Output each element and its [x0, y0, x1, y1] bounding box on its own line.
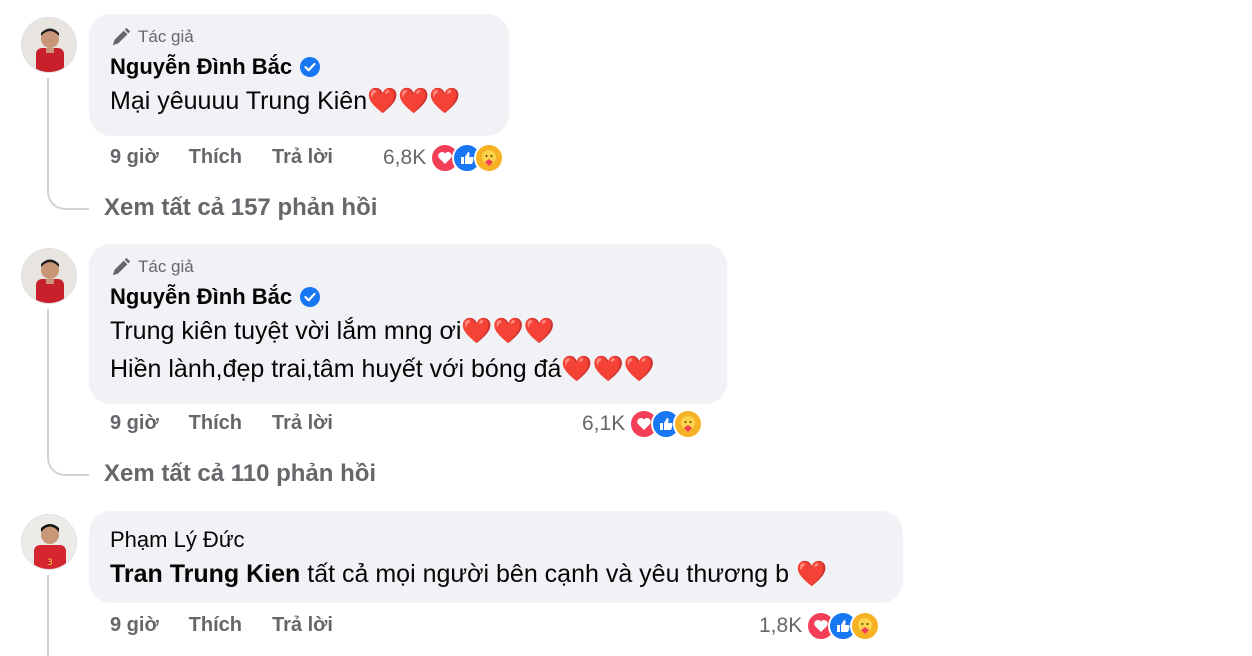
verified-badge-icon — [300, 287, 321, 307]
comment-timestamp[interactable]: 9 giờ — [110, 614, 159, 637]
author-badge-label: Tác giả — [138, 27, 194, 46]
reaction-summary[interactable]: 1,8K — [759, 610, 881, 642]
thread-line — [47, 575, 49, 656]
reaction-count: 6,8K — [383, 146, 427, 169]
comment-text: Tran Trung Kien tất cả mọi người bên cạn… — [110, 555, 882, 593]
comment-text-line-2: Hiền lành,đẹp trai,tâm huyết với bóng đá… — [110, 355, 655, 383]
author-tag: Tác giả — [110, 256, 706, 278]
thread-connector — [47, 188, 89, 210]
comment-actions: 9 giờ Thích Trả lời — [110, 409, 363, 437]
care-reaction-icon — [850, 611, 881, 641]
mention-link[interactable]: Tran Trung Kien — [110, 560, 300, 588]
reaction-summary[interactable]: 6,1K — [582, 408, 704, 440]
view-replies-link[interactable]: Xem tất cả 110 phản hồi — [104, 460, 376, 488]
thread-connector — [47, 454, 89, 476]
like-button[interactable]: Thích — [189, 412, 242, 435]
comment-author[interactable]: Nguyễn Đình Bắc — [110, 284, 292, 310]
comment-actions: 9 giờ Thích Trả lời — [110, 611, 363, 639]
comment-author[interactable]: Nguyễn Đình Bắc — [110, 54, 292, 80]
like-button[interactable]: Thích — [189, 146, 242, 169]
pen-icon — [112, 257, 131, 276]
care-reaction-icon — [673, 409, 704, 439]
comment-bubble: Tác giả Nguyễn Đình Bắc Trung kiên tuyệt… — [89, 244, 727, 404]
like-button[interactable]: Thích — [189, 614, 242, 637]
svg-text:3: 3 — [47, 558, 53, 568]
reply-button[interactable]: Trả lời — [272, 614, 333, 637]
reaction-count: 1,8K — [759, 614, 803, 637]
comment-author[interactable]: Phạm Lý Đức — [110, 527, 245, 553]
reply-button[interactable]: Trả lời — [272, 146, 333, 169]
comment-text: Mại yêuuuu Trung Kiên❤️❤️❤️ — [110, 87, 461, 115]
comment-text-body: tất cả mọi người bên cạnh và yêu thương … — [307, 560, 828, 588]
comment-bubble: Phạm Lý Đức Tran Trung Kien tất cả mọi n… — [89, 511, 903, 603]
comment-timestamp[interactable]: 9 giờ — [110, 412, 159, 435]
comment-text-line-1: Trung kiên tuyệt vời lắm mng ơi❤️❤️❤️ — [110, 317, 555, 345]
author-tag: Tác giả — [110, 26, 488, 48]
view-replies-link[interactable]: Xem tất cả 157 phản hồi — [104, 194, 377, 222]
pen-icon — [112, 27, 131, 46]
thread-line — [47, 309, 49, 454]
reaction-count: 6,1K — [582, 412, 626, 435]
comment-timestamp[interactable]: 9 giờ — [110, 146, 159, 169]
reply-button[interactable]: Trả lời — [272, 412, 333, 435]
avatar[interactable] — [21, 17, 77, 73]
author-badge-label: Tác giả — [138, 257, 194, 276]
avatar[interactable] — [21, 248, 77, 304]
comment-actions: 9 giờ Thích Trả lời — [110, 143, 363, 171]
reaction-summary[interactable]: 6,8K — [383, 142, 505, 174]
avatar[interactable]: 3 — [21, 514, 77, 570]
care-reaction-icon — [474, 143, 505, 173]
comment-bubble: Tác giả Nguyễn Đình Bắc Mại yêuuuu Trung… — [89, 14, 509, 136]
thread-line — [47, 78, 49, 188]
verified-badge-icon — [300, 57, 321, 77]
